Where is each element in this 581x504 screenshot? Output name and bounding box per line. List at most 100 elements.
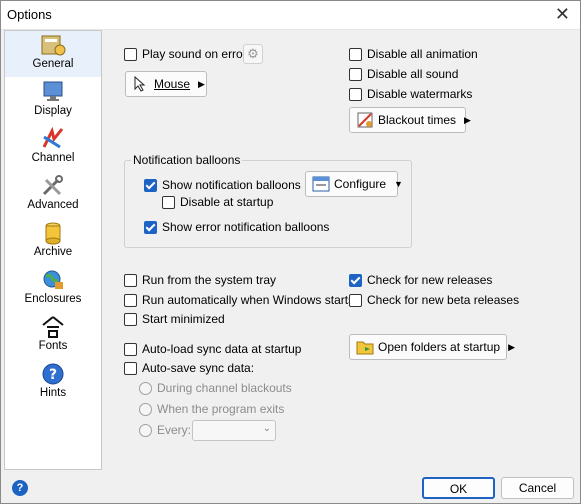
sidebar-item-label: Display [34,105,72,117]
sidebar-item-archive[interactable]: Archive [5,219,101,265]
display-icon [43,81,63,101]
svg-text:?: ? [49,367,57,383]
when-exits-label: When the program exits [157,402,285,416]
mouse-button-label: Mouse [154,77,191,91]
arrow-right-icon: ▶ [198,78,205,89]
start-minimized-checkbox[interactable]: Start minimized [124,312,225,326]
show-error-label: Show error notification balloons [162,220,330,234]
checkbox-box[interactable] [124,342,137,356]
enclosures-icon [43,270,63,289]
play-sound-checkbox[interactable]: Play sound on error [124,47,247,61]
checkbox-box[interactable] [144,178,157,192]
check-beta-label: Check for new beta releases [367,293,520,307]
show-balloons-label: Show notification balloons [162,178,301,192]
window-icon [312,176,330,192]
disable-startup-label: Disable at startup [180,195,274,209]
during-blackouts-radio[interactable]: During channel blackouts [139,381,292,395]
checkbox-box[interactable] [124,293,137,307]
checkbox-box[interactable] [349,47,362,61]
group-title: Notification balloons [131,153,243,167]
sidebar-item-fonts[interactable]: Fonts [5,313,101,359]
radio-circle[interactable] [139,402,152,416]
arrow-right-icon: ▶ [464,114,471,125]
chevron-down-icon: ▼ [394,179,403,189]
category-sidebar: General Display Channel Advanced Archive… [4,30,102,470]
sidebar-item-advanced[interactable]: Advanced [5,172,101,218]
title-bar: Options ✕ [1,1,580,30]
close-icon[interactable]: ✕ [555,4,570,25]
sidebar-item-display[interactable]: Display [5,78,101,124]
mouse-icon [134,75,146,92]
blackout-icon [357,112,373,128]
run-tray-label: Run from the system tray [142,273,277,287]
advanced-icon [42,175,63,196]
sidebar-item-general[interactable]: General [5,31,101,77]
general-icon [41,35,66,56]
disable-watermarks-checkbox[interactable]: Disable watermarks [349,87,472,101]
sidebar-item-hints[interactable]: ? Hints [5,360,101,406]
blackout-times-button[interactable]: Blackout times ▶ [349,107,471,133]
disable-sound-checkbox[interactable]: Disable all sound [349,67,458,81]
checkbox-box[interactable] [349,67,362,81]
every-label: Every: [157,423,192,437]
checkbox-box[interactable] [124,361,137,375]
checkbox-box[interactable] [349,87,362,101]
checkbox-box[interactable] [162,195,175,209]
sidebar-item-label: General [32,58,74,70]
check-beta-checkbox[interactable]: Check for new beta releases [349,293,519,307]
cancel-button[interactable]: Cancel [501,477,574,499]
disable-watermarks-label: Disable watermarks [367,87,473,101]
sidebar-item-label: Enclosures [24,293,82,305]
radio-circle[interactable] [139,381,152,395]
sidebar-item-label: Fonts [38,340,68,352]
checkbox-box[interactable] [124,312,137,326]
during-blackouts-label: During channel blackouts [157,381,292,395]
every-radio[interactable]: Every: [139,423,191,437]
show-balloons-checkbox[interactable]: Show notification balloons [144,178,301,192]
sidebar-item-enclosures[interactable]: Enclosures [5,266,101,312]
show-error-balloons-checkbox[interactable]: Show error notification balloons [144,220,329,234]
sidebar-item-label: Advanced [27,199,79,211]
every-interval-select[interactable]: ⌄ [192,420,276,441]
disable-startup-checkbox[interactable]: Disable at startup [162,195,273,209]
mouse-button[interactable]: Mouse ▶ [125,71,207,97]
help-icon[interactable]: ? [12,480,28,496]
play-sound-label: Play sound on error [142,47,247,61]
radio-circle[interactable] [139,423,152,437]
window-title: Options [7,7,52,22]
folder-icon [356,341,374,355]
open-folders-label: Open folders at startup [378,340,501,354]
check-releases-label: Check for new releases [367,273,493,287]
run-auto-checkbox[interactable]: Run automatically when Windows starts [124,293,354,307]
open-folders-button[interactable]: Open folders at startup ▶ [349,334,515,360]
fonts-icon [42,316,64,338]
disable-animation-label: Disable all animation [367,47,478,61]
sidebar-item-label: Hints [39,387,67,399]
autoload-checkbox[interactable]: Auto-load sync data at startup [124,342,301,356]
sidebar-item-label: Archive [33,246,73,258]
blackout-button-label: Blackout times [378,113,457,127]
run-tray-checkbox[interactable]: Run from the system tray [124,273,276,287]
ok-button[interactable]: OK [422,477,495,499]
configure-button[interactable]: Configure ▼ [305,171,403,197]
sidebar-item-channel[interactable]: Channel [5,125,101,171]
run-auto-label: Run automatically when Windows starts [142,293,355,307]
checkbox-box[interactable] [144,220,157,234]
channel-icon [42,127,64,149]
options-dialog: Options ✕ General Display Channel Advanc… [0,0,581,504]
autoload-label: Auto-load sync data at startup [142,342,302,356]
autosave-label: Auto-save sync data: [142,361,255,375]
chevron-down-icon: ⌄ [262,423,271,434]
checkbox-box[interactable] [349,293,362,307]
check-releases-checkbox[interactable]: Check for new releases [349,273,492,287]
disable-animation-checkbox[interactable]: Disable all animation [349,47,478,61]
gear-icon[interactable]: ⚙ [243,44,263,64]
when-exits-radio[interactable]: When the program exits [139,402,284,416]
sidebar-item-label: Channel [31,152,75,164]
archive-icon [45,222,61,245]
autosave-checkbox[interactable]: Auto-save sync data: [124,361,254,375]
checkbox-box[interactable] [124,273,137,287]
checkbox-box[interactable] [124,47,137,61]
arrow-right-icon: ▶ [508,341,515,352]
checkbox-box[interactable] [349,273,362,287]
